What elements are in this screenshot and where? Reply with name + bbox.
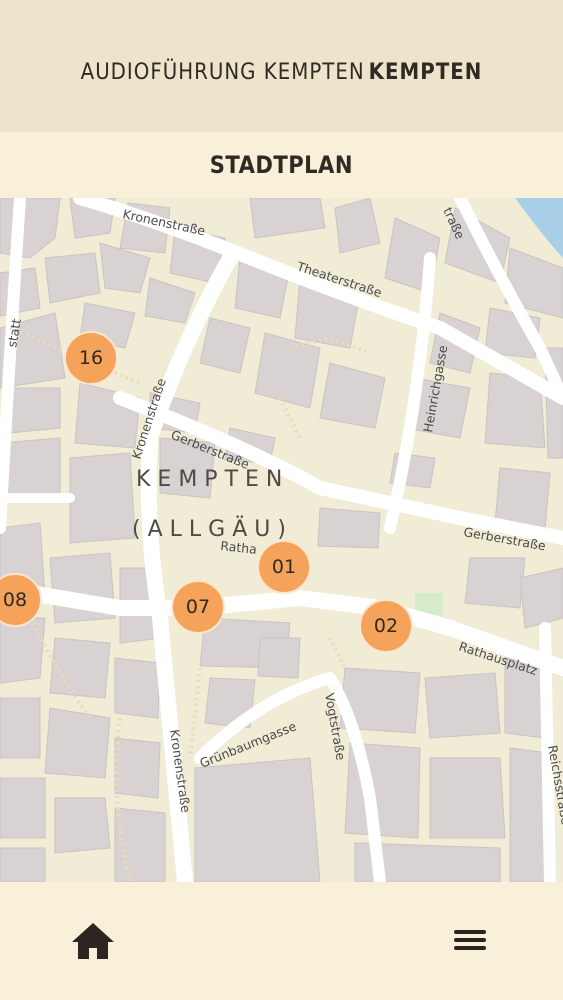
bottom-nav-bar (0, 882, 563, 1000)
hamburger-menu-icon (454, 930, 486, 950)
place-name-allgaeu: (ALLGÄU) (132, 516, 293, 542)
app-title-bold: KEMPTEN (368, 59, 483, 85)
city-map[interactable]: Kronenstraße Theaterstraße traße Heinric… (0, 198, 563, 882)
section-title: STADTPLAN (209, 151, 354, 179)
home-icon (72, 923, 114, 959)
place-name-kempten: KEMPTEN (136, 467, 289, 492)
menu-button[interactable] (450, 922, 490, 958)
home-button[interactable] (70, 920, 116, 962)
tour-stop-marker-01[interactable]: 01 (257, 540, 311, 594)
app-title-regular: AUDIOFÜHRUNG KEMPTEN (80, 59, 365, 85)
app-header: AUDIOFÜHRUNG KEMPTEN KEMPTEN (0, 0, 563, 132)
section-bar: STADTPLAN (0, 132, 563, 198)
tour-stop-marker-07[interactable]: 07 (171, 580, 225, 634)
tour-stop-marker-02[interactable]: 02 (359, 599, 413, 653)
app-title: AUDIOFÜHRUNG KEMPTEN KEMPTEN (81, 60, 483, 85)
tour-stop-marker-16[interactable]: 16 (64, 331, 118, 385)
